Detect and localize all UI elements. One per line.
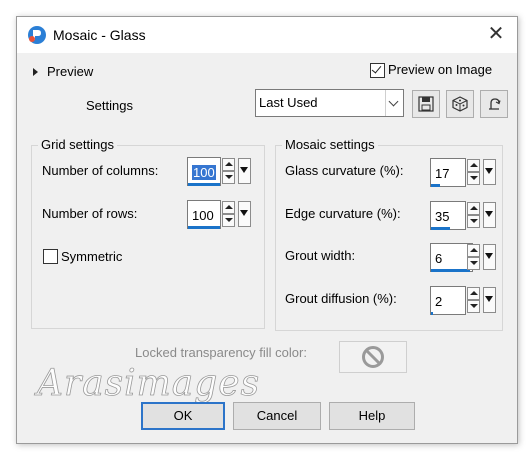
floppy-disk-icon (418, 96, 434, 112)
reset-icon (489, 98, 501, 110)
arrow-down-icon[interactable] (222, 171, 235, 184)
close-icon[interactable]: ✕ (485, 23, 507, 45)
help-button[interactable]: Help (329, 402, 415, 430)
randomize-button[interactable] (446, 90, 474, 118)
edge-curvature-stepper[interactable] (467, 202, 480, 228)
grout-diffusion-spinner[interactable]: 2 (430, 286, 496, 316)
arrow-down-icon[interactable] (467, 257, 480, 270)
locked-fill-color-swatch (339, 341, 407, 373)
preview-on-image-label: Preview on Image (388, 62, 493, 77)
arrow-up-icon[interactable] (467, 287, 480, 300)
arrow-up-icon[interactable] (467, 159, 480, 172)
rows-input[interactable]: 100 (187, 200, 221, 229)
grout-width-spinner[interactable]: 6 (430, 243, 496, 273)
glass-curvature-menu-arrow-icon[interactable] (483, 159, 496, 185)
grout-width-value: 6 (435, 251, 443, 266)
settings-label: Settings (86, 98, 133, 113)
mosaic-settings-title: Mosaic settings (282, 137, 378, 152)
symmetric-label: Symmetric (61, 249, 123, 264)
columns-label: Number of columns: (42, 163, 159, 178)
app-icon (28, 26, 46, 44)
edge-curvature-label: Edge curvature (%): (285, 206, 401, 221)
arrow-up-icon[interactable] (222, 158, 235, 171)
glass-curvature-level-bar (431, 184, 440, 187)
glass-curvature-spinner[interactable]: 17 (430, 158, 496, 188)
grout-width-menu-arrow-icon[interactable] (483, 244, 496, 270)
settings-preset-dropdown[interactable]: Last Used (255, 89, 404, 117)
rows-value: 100 (192, 208, 214, 223)
grout-diffusion-value: 2 (435, 294, 443, 309)
preview-on-image-checkbox[interactable] (370, 63, 385, 78)
edge-curvature-spinner[interactable]: 35 (430, 201, 496, 231)
arrow-up-icon[interactable] (467, 202, 480, 215)
rows-menu-arrow-icon[interactable] (238, 201, 251, 227)
arrow-down-icon[interactable] (467, 215, 480, 228)
edge-curvature-input[interactable]: 35 (430, 201, 466, 230)
no-symbol-icon (362, 346, 384, 368)
locked-transparency-label: Locked transparency fill color: (135, 345, 307, 360)
arrow-down-icon[interactable] (222, 214, 235, 227)
grout-diffusion-stepper[interactable] (467, 287, 480, 313)
columns-input[interactable]: 100 (187, 157, 221, 186)
title-bar: Mosaic - Glass ✕ (17, 17, 517, 53)
ok-button[interactable]: OK (141, 402, 225, 430)
reset-defaults-button[interactable] (480, 90, 508, 118)
preview-label: Preview (47, 64, 94, 80)
grid-settings-title: Grid settings (38, 137, 117, 152)
grout-width-level-bar (431, 269, 470, 272)
glass-curvature-stepper[interactable] (467, 159, 480, 185)
grout-width-label: Grout width: (285, 248, 356, 263)
arrow-down-icon[interactable] (467, 300, 480, 313)
arrow-up-icon[interactable] (222, 201, 235, 214)
edge-curvature-menu-arrow-icon[interactable] (483, 202, 496, 228)
columns-menu-arrow-icon[interactable] (238, 158, 251, 184)
arrow-up-icon[interactable] (467, 244, 480, 257)
grout-width-stepper[interactable] (467, 244, 480, 270)
expand-arrow-icon (33, 67, 38, 76)
cancel-button[interactable]: Cancel (233, 402, 321, 430)
watermark-logo: Arasimages (37, 363, 261, 405)
rows-spinner[interactable]: 100 (187, 200, 253, 230)
columns-stepper[interactable] (222, 158, 235, 184)
rows-label: Number of rows: (42, 206, 138, 221)
save-preset-button[interactable] (412, 90, 440, 118)
glass-curvature-label: Glass curvature (%): (285, 163, 404, 178)
symmetric-checkbox[interactable] (43, 249, 58, 264)
glass-curvature-input[interactable]: 17 (430, 158, 466, 187)
grout-diffusion-menu-arrow-icon[interactable] (483, 287, 496, 313)
glass-curvature-value: 17 (435, 166, 450, 181)
dice-icon (452, 96, 468, 112)
mosaic-glass-dialog: Mosaic - Glass ✕ Preview Preview on Imag… (16, 16, 518, 444)
arrow-down-icon[interactable] (467, 172, 480, 185)
grout-diffusion-label: Grout diffusion (%): (285, 291, 397, 306)
settings-preset-value: Last Used (259, 95, 318, 110)
grout-diffusion-level-bar (431, 312, 433, 315)
window-title: Mosaic - Glass (53, 27, 146, 43)
edge-curvature-level-bar (431, 227, 450, 230)
preview-toggle[interactable]: Preview (33, 63, 93, 79)
rows-level-bar (188, 226, 220, 229)
columns-spinner[interactable]: 100 (187, 157, 253, 187)
chevron-down-icon[interactable] (385, 90, 403, 116)
columns-level-bar (188, 183, 220, 186)
columns-value: 100 (192, 165, 216, 180)
edge-curvature-value: 35 (435, 209, 450, 224)
grout-diffusion-input[interactable]: 2 (430, 286, 466, 315)
rows-stepper[interactable] (222, 201, 235, 227)
